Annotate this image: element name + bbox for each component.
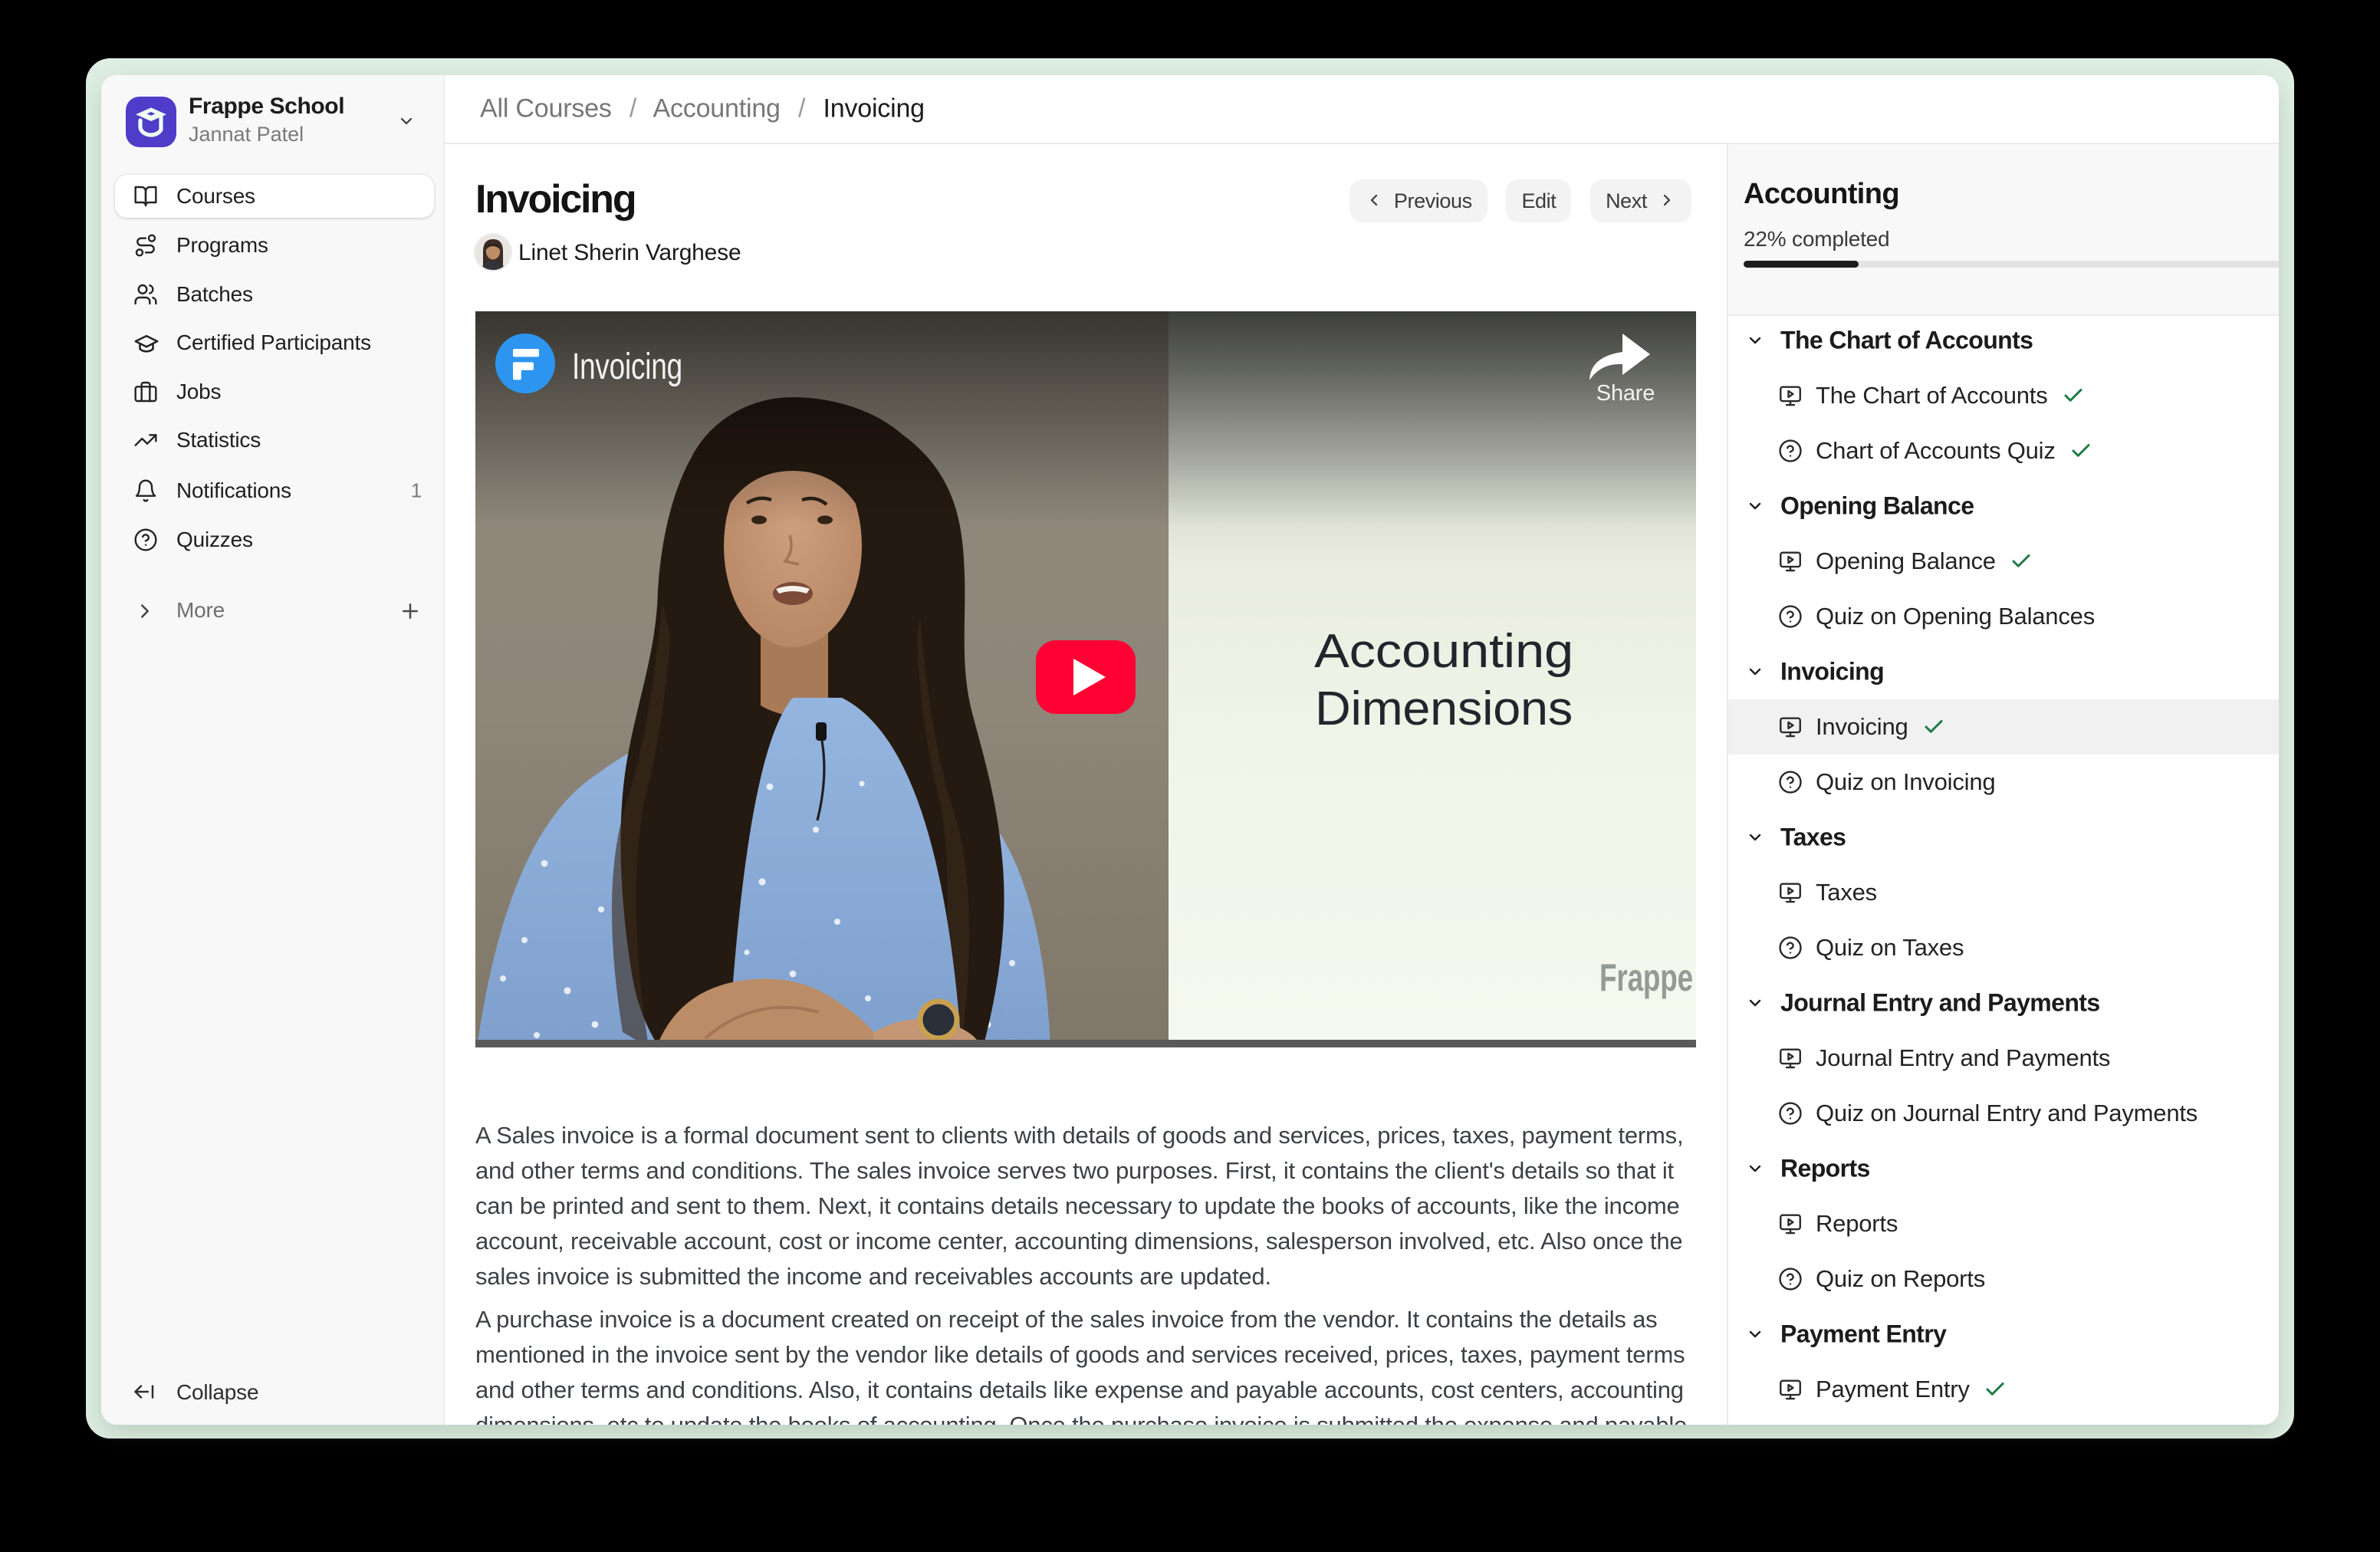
svg-text:Invoicing: Invoicing (572, 347, 682, 387)
svg-text:Accounting: Accounting (1314, 625, 1573, 678)
svg-text:Frappe: Frappe (1599, 956, 1693, 999)
svg-text:Dimensions: Dimensions (1315, 682, 1573, 735)
svg-text:Share: Share (1596, 381, 1655, 406)
